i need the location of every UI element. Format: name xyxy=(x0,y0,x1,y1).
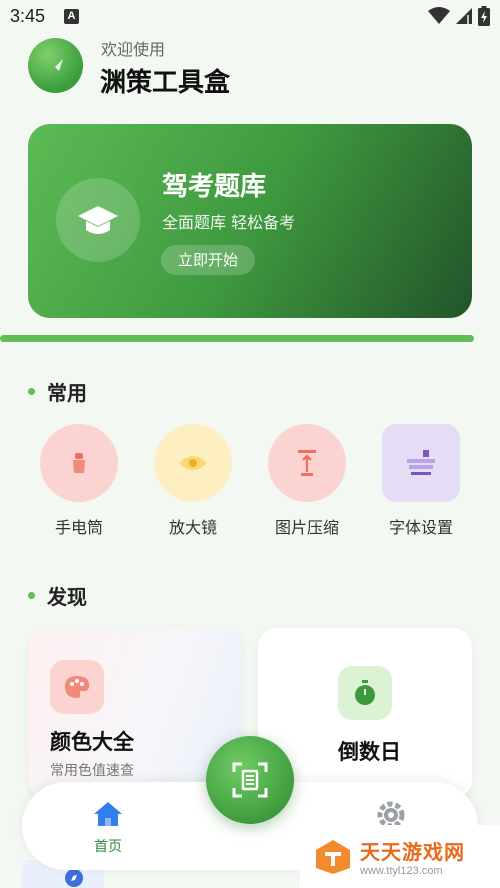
banner-title: 驾考题库 xyxy=(162,172,267,202)
graduation-cap-icon xyxy=(78,206,118,234)
section-dot xyxy=(28,388,35,395)
start-button[interactable]: 立即开始 xyxy=(161,245,255,275)
tool-image-compress[interactable]: 图片压缩 xyxy=(257,424,357,538)
tool-font-settings[interactable]: 字体设置 xyxy=(371,424,471,538)
wifi-icon xyxy=(428,7,450,24)
image-compress-icon xyxy=(268,424,346,502)
tool-flashlight[interactable]: 手电筒 xyxy=(29,424,129,538)
flashlight-icon xyxy=(40,424,118,502)
section-discover: 发现 xyxy=(28,581,87,610)
driving-test-banner[interactable]: 驾考题库 全面题库 轻松备考 立即开始 xyxy=(28,124,472,318)
watermark-main: 天天游戏网 xyxy=(360,840,465,864)
palette-icon xyxy=(50,660,104,714)
battery-icon xyxy=(478,6,490,26)
status-bar: 3:45 A xyxy=(0,0,500,34)
welcome-text: 欢迎使用 xyxy=(101,40,166,59)
status-icons xyxy=(428,5,490,27)
tool-label: 手电筒 xyxy=(54,518,103,537)
watermark: 天天游戏网 www.ttyl123.com xyxy=(300,825,500,888)
banner-subtitle: 全面题库 轻松备考 xyxy=(162,213,296,232)
app-logo xyxy=(28,38,83,93)
stopwatch-icon xyxy=(338,666,392,720)
home-icon xyxy=(94,802,122,826)
card-subtitle: 常用色值速查 xyxy=(50,763,134,779)
magnifier-eye-icon xyxy=(154,424,232,502)
scan-button[interactable] xyxy=(206,736,294,824)
section-title-discover: 发现 xyxy=(47,585,87,609)
status-time: 3:45 xyxy=(10,6,46,26)
banner-icon xyxy=(56,178,140,262)
scan-icon xyxy=(232,762,268,798)
section-common: 常用 xyxy=(28,377,87,406)
watermark-url: www.ttyl123.com xyxy=(360,865,443,877)
tool-label: 放大镜 xyxy=(168,518,217,537)
notification-icon: A xyxy=(64,9,79,24)
tool-label: 字体设置 xyxy=(388,518,453,537)
section-dot xyxy=(28,592,35,599)
compass-icon xyxy=(65,869,83,887)
signal-icon xyxy=(456,8,472,24)
progress-bar xyxy=(0,335,474,342)
leaf-icon xyxy=(48,58,63,73)
font-settings-icon xyxy=(382,424,460,502)
card-title: 倒数日 xyxy=(338,740,401,764)
card-title: 颜色大全 xyxy=(50,730,134,754)
watermark-text: 天天游戏网 www.ttyl123.com xyxy=(360,836,465,877)
nav-home-label: 首页 xyxy=(94,839,122,855)
nav-home[interactable]: 首页 xyxy=(84,800,132,856)
tool-label: 图片压缩 xyxy=(274,518,339,537)
section-title-common: 常用 xyxy=(47,381,87,405)
watermark-logo-icon xyxy=(316,839,350,874)
app-title: 渊策工具盒 xyxy=(100,68,231,98)
tool-magnifier[interactable]: 放大镜 xyxy=(143,424,243,538)
